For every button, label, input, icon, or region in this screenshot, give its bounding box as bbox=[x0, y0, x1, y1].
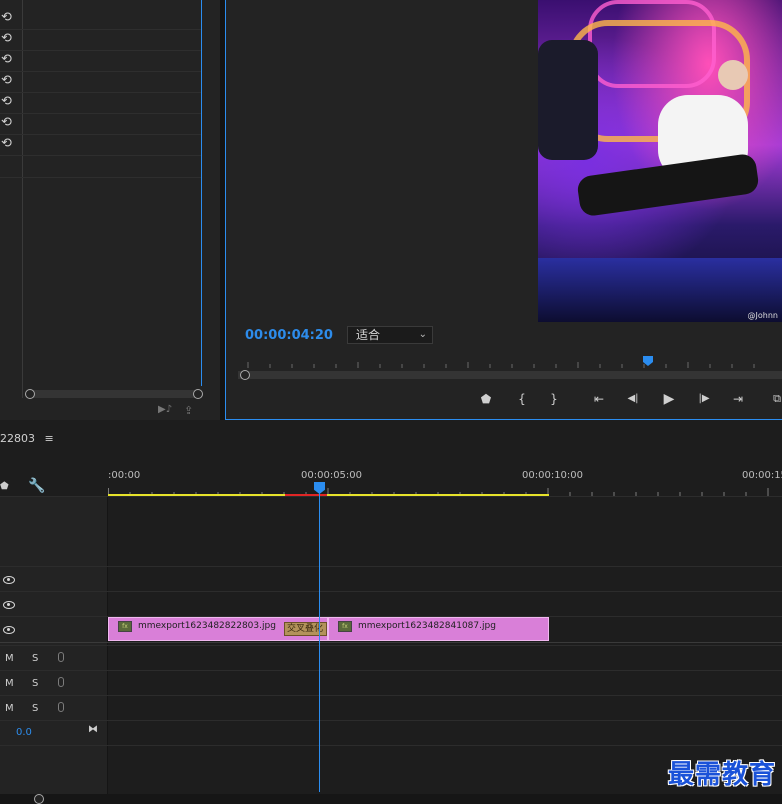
mark-in-button[interactable]: { bbox=[513, 390, 531, 408]
fx-badge-icon: fx bbox=[338, 621, 352, 632]
zoom-level-select[interactable]: 适合 ⌄ bbox=[347, 326, 433, 344]
timeline-horizontal-scrollbar[interactable] bbox=[0, 794, 782, 804]
master-volume[interactable]: 0.0 bbox=[16, 727, 32, 738]
audio-track-a1: M S bbox=[0, 648, 107, 672]
insert-icon[interactable]: ⧉ bbox=[768, 390, 782, 408]
microphone-icon[interactable] bbox=[58, 677, 64, 687]
ruler-label: :00:00 bbox=[108, 470, 141, 481]
audio-track-a3: M S bbox=[0, 698, 107, 722]
reset-icon[interactable]: ⟲ bbox=[1, 53, 15, 67]
panel-menu-icon[interactable]: ≡ bbox=[45, 432, 54, 445]
playhead-timecode[interactable]: 00:00:04:20 bbox=[245, 328, 333, 343]
reset-icon[interactable]: ⟲ bbox=[1, 11, 15, 25]
program-video-frame: @Johnn bbox=[538, 0, 782, 322]
audio-track-a2: M S bbox=[0, 673, 107, 697]
solo-button[interactable]: S bbox=[32, 653, 38, 664]
reset-icon[interactable]: ⟲ bbox=[1, 95, 15, 109]
microphone-icon[interactable] bbox=[58, 652, 64, 662]
ruler-label: 00:00:05:00 bbox=[301, 470, 363, 481]
track-divider bbox=[0, 670, 782, 671]
eye-icon[interactable] bbox=[3, 601, 15, 609]
video-clip[interactable]: fx mmexport1623482841087.jpg bbox=[328, 617, 549, 641]
solo-button[interactable]: S bbox=[32, 703, 38, 714]
reset-icon[interactable]: ⟲ bbox=[1, 116, 15, 130]
ruler-label: 00:00:15 bbox=[742, 470, 782, 481]
solo-button[interactable]: S bbox=[32, 678, 38, 689]
scroll-handle-left[interactable] bbox=[240, 370, 250, 380]
eye-icon[interactable] bbox=[3, 576, 15, 584]
wrench-icon[interactable]: 🔧 bbox=[28, 478, 45, 494]
step-back-button[interactable]: ◀| bbox=[624, 390, 642, 408]
track-divider bbox=[0, 566, 782, 567]
property-row: ⟲ bbox=[0, 92, 202, 114]
monitor-time-ruler[interactable] bbox=[238, 356, 782, 370]
property-row bbox=[0, 155, 202, 178]
play-button[interactable]: ▶ bbox=[660, 390, 678, 408]
reset-icon[interactable]: ⟲ bbox=[1, 137, 15, 151]
property-row: ⟲ bbox=[0, 50, 202, 72]
clip-name: mmexport1623482822803.jpg bbox=[138, 621, 276, 631]
play-audio-icon[interactable]: ▶♪ bbox=[158, 404, 172, 415]
mute-button[interactable]: M bbox=[5, 653, 14, 664]
go-to-in-button[interactable]: ⇤ bbox=[590, 390, 608, 408]
track-divider bbox=[0, 642, 782, 643]
property-row: ⟲ bbox=[0, 71, 202, 93]
stage-floor bbox=[538, 258, 782, 322]
ruler-label: 00:00:10:00 bbox=[522, 470, 584, 481]
reset-icon[interactable]: ⟲ bbox=[1, 32, 15, 46]
scroll-handle-right[interactable] bbox=[193, 389, 203, 399]
timeline-playhead-line[interactable] bbox=[319, 490, 320, 792]
zoom-level-value: 适合 bbox=[356, 328, 381, 342]
dancer-head bbox=[718, 60, 748, 90]
track-divider bbox=[0, 645, 782, 646]
scroll-handle-left[interactable] bbox=[25, 389, 35, 399]
video-track-v1 bbox=[0, 620, 107, 644]
mark-out-button[interactable]: } bbox=[545, 390, 563, 408]
track-headers bbox=[0, 496, 108, 796]
track-divider bbox=[0, 591, 782, 592]
chevron-down-icon: ⌄ bbox=[418, 329, 427, 340]
video-track-v3 bbox=[0, 570, 107, 594]
property-row: ⟲ bbox=[0, 134, 202, 156]
export-icon[interactable]: ⇪ bbox=[184, 404, 193, 417]
monitor-zoom-scrollbar[interactable] bbox=[238, 370, 782, 380]
brand-watermark: 最需教育 bbox=[667, 760, 776, 790]
panel-scroll-edge bbox=[201, 0, 202, 386]
property-row: ⟲ bbox=[0, 113, 202, 135]
background-dancer bbox=[538, 40, 598, 160]
cross-dissolve-transition[interactable]: 交叉叠化 bbox=[284, 622, 327, 636]
left-horizontal-scrollbar[interactable] bbox=[25, 389, 203, 399]
video-track-v2 bbox=[0, 595, 107, 619]
track-divider bbox=[0, 496, 782, 497]
track-divider bbox=[0, 695, 782, 696]
mute-button[interactable]: M bbox=[5, 703, 14, 714]
property-row: ⟲ bbox=[0, 29, 202, 51]
sequence-tab[interactable]: 22803 ≡ bbox=[0, 432, 54, 445]
video-watermark: @Johnn bbox=[747, 311, 778, 320]
go-to-out-button[interactable]: ⇥ bbox=[729, 390, 747, 408]
property-row: ⟲ bbox=[0, 8, 202, 30]
effect-controls-panel: ⟲ ⟲ ⟲ ⟲ ⟲ ⟲ ⟲ ▶♪ ⇪ bbox=[0, 0, 220, 420]
sequence-name: 22803 bbox=[0, 432, 35, 445]
scroll-handle-left[interactable] bbox=[34, 794, 44, 804]
add-marker-button[interactable]: ⬟ bbox=[477, 390, 495, 408]
go-to-end-icon[interactable]: ⧓ bbox=[88, 724, 98, 735]
mute-button[interactable]: M bbox=[5, 678, 14, 689]
eye-icon[interactable] bbox=[3, 626, 15, 634]
fx-badge-icon: fx bbox=[118, 621, 132, 632]
reset-icon[interactable]: ⟲ bbox=[1, 74, 15, 88]
track-divider bbox=[0, 745, 782, 746]
step-forward-button[interactable]: |▶ bbox=[695, 390, 713, 408]
track-divider bbox=[0, 720, 782, 721]
microphone-icon[interactable] bbox=[58, 702, 64, 712]
clip-name: mmexport1623482841087.jpg bbox=[358, 621, 496, 631]
add-marker-icon[interactable]: ⬟ bbox=[0, 481, 9, 492]
